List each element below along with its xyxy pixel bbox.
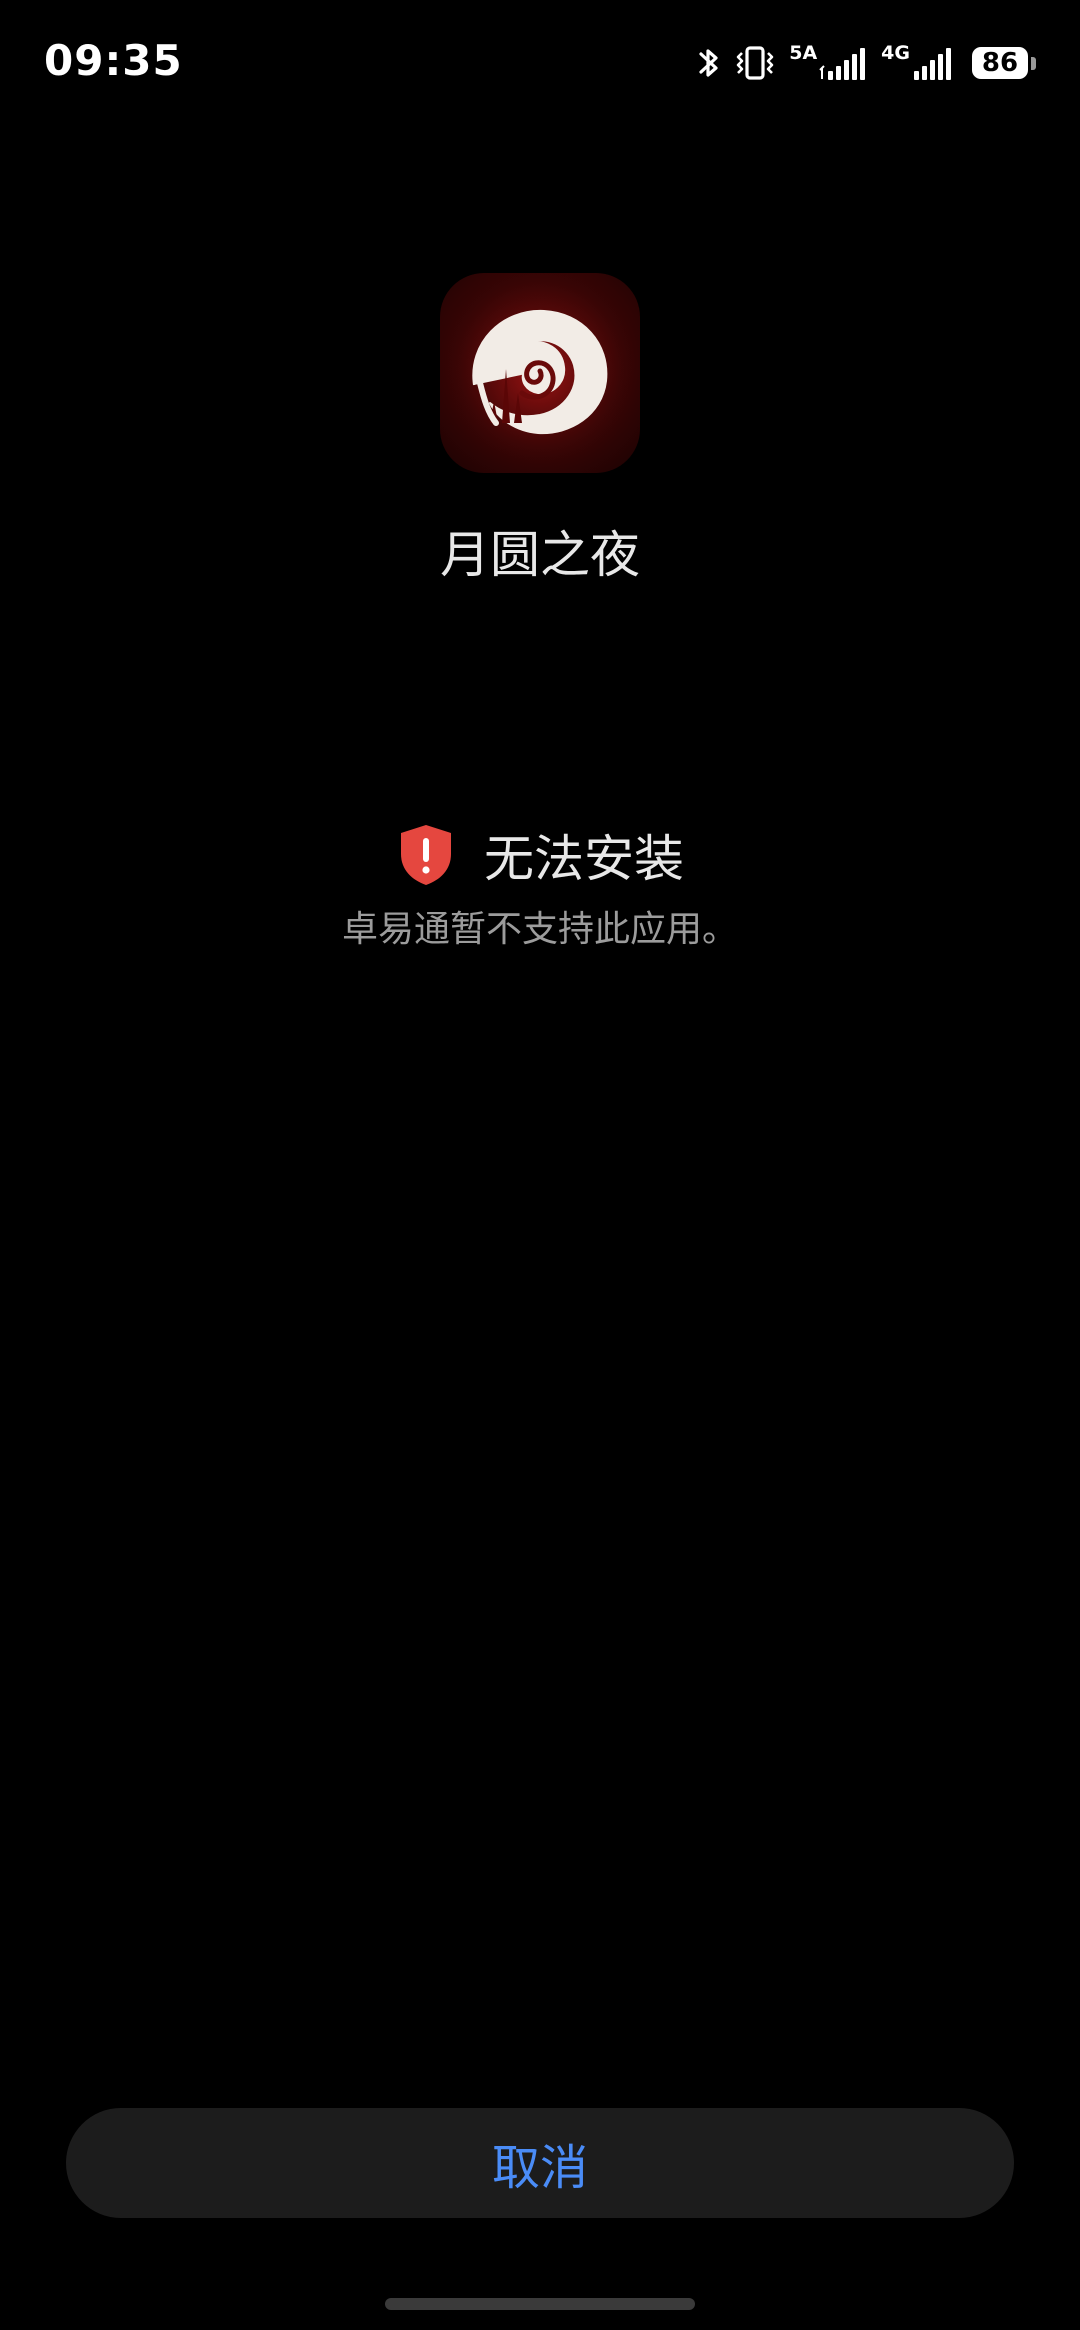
home-indicator[interactable] — [385, 2298, 695, 2310]
battery-level: 86 — [972, 47, 1028, 79]
sim2-network-label: 4G — [881, 42, 910, 64]
signal-icon — [819, 48, 866, 80]
crescent-moon-icon — [440, 273, 640, 473]
cancel-button[interactable]: 取消 — [66, 2108, 1014, 2218]
error-title: 无法安装 — [484, 830, 684, 888]
sim2-signal: 4G — [881, 44, 958, 82]
status-icons: 5A 4G 86 — [683, 40, 1036, 86]
app-name: 月圆之夜 — [440, 526, 640, 584]
bluetooth-icon — [699, 49, 718, 77]
status-time: 09:35 — [44, 36, 183, 85]
signal-icon — [914, 48, 951, 80]
error-description: 卓易通暂不支持此应用。 — [341, 909, 738, 950]
battery-icon: 86 — [972, 47, 1036, 79]
shield-alert-icon — [401, 825, 451, 885]
battery-tip — [1031, 56, 1036, 70]
status-bar: 09:35 5A 4G 86 — [0, 0, 1080, 130]
sim1-signal: 5A — [789, 44, 867, 82]
vibrate-icon — [736, 46, 774, 80]
app-icon — [440, 273, 640, 473]
sim1-network-label: 5A — [789, 42, 818, 64]
error-header: 无法安装 — [0, 815, 1080, 895]
